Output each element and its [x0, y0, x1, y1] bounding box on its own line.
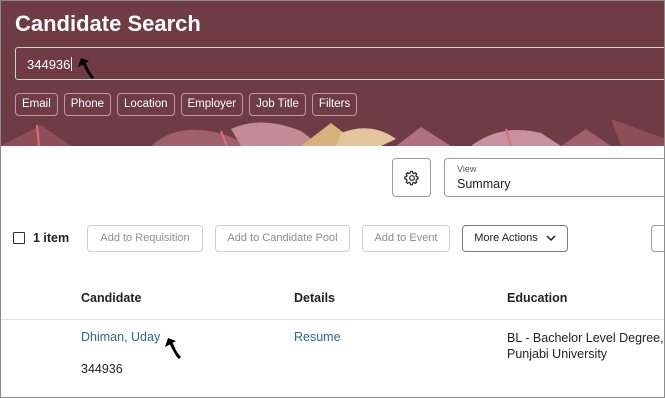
candidate-search-input[interactable]: 344936	[15, 47, 664, 80]
more-actions-button[interactable]: More Actions	[462, 225, 568, 252]
column-header-candidate: Candidate	[81, 291, 142, 305]
search-filter-chips: Email Phone Location Employer Job Title …	[15, 93, 358, 116]
search-input-value: 344936	[27, 57, 71, 72]
chip-job-title[interactable]: Job Title	[249, 93, 306, 116]
add-to-candidate-pool-button[interactable]: Add to Candidate Pool	[215, 225, 350, 252]
header-decorative-pattern	[1, 119, 664, 146]
settings-button[interactable]	[392, 158, 431, 197]
table-divider	[1, 319, 664, 320]
select-all-checkbox[interactable]	[13, 232, 25, 244]
more-actions-label: More Actions	[474, 232, 538, 244]
page-title: Candidate Search	[15, 11, 201, 36]
chip-email[interactable]: Email	[15, 93, 58, 116]
add-to-event-button[interactable]: Add to Event	[362, 225, 450, 252]
chip-phone[interactable]: Phone	[63, 93, 112, 116]
chevron-down-icon	[546, 235, 556, 242]
chip-employer[interactable]: Employer	[180, 93, 244, 116]
pointer-arrow-icon	[165, 338, 181, 359]
pointer-arrow-icon	[78, 58, 94, 79]
search-header: Candidate Search 344936 Email Phone Loca…	[1, 1, 664, 146]
view-select-value: Summary	[457, 177, 511, 191]
view-select-label: View	[457, 164, 477, 174]
gear-icon	[403, 170, 419, 185]
column-header-education: Education	[507, 291, 568, 305]
column-header-details: Details	[294, 291, 335, 305]
candidate-name-link[interactable]: Dhiman, Uday	[81, 330, 160, 344]
chip-location[interactable]: Location	[117, 93, 175, 116]
chip-filters[interactable]: Filters	[311, 93, 358, 116]
view-select[interactable]: View Summary	[444, 158, 664, 197]
resume-link[interactable]: Resume	[294, 330, 341, 344]
item-count: 1 item	[33, 231, 70, 245]
toolbar-overflow-button[interactable]	[651, 225, 664, 252]
candidate-id: 344936	[81, 362, 123, 376]
candidate-search-page: Candidate Search 344936 Email Phone Loca…	[0, 0, 665, 398]
education-school: Punjabi University	[507, 347, 608, 361]
text-caret	[71, 57, 73, 71]
add-to-requisition-button[interactable]: Add to Requisition	[87, 225, 203, 252]
education-degree: BL - Bachelor Level Degree,	[507, 331, 664, 345]
